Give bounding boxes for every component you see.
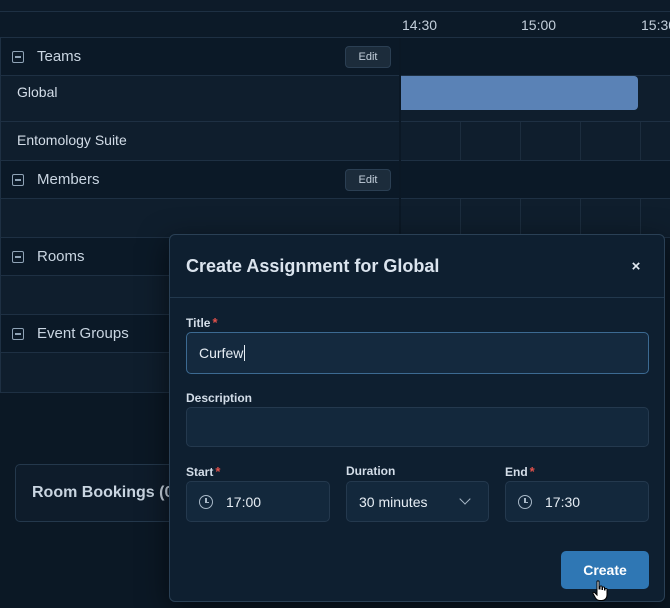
grid-line — [580, 199, 581, 237]
time-label: 14:30 — [402, 17, 438, 33]
collapse-icon[interactable] — [12, 251, 24, 263]
hand-cursor-icon — [592, 580, 608, 601]
description-input[interactable] — [186, 407, 649, 447]
collapse-icon[interactable] — [12, 328, 24, 340]
teams-edit-button[interactable]: Edit — [345, 46, 391, 68]
grid-row — [401, 38, 670, 76]
duration-value: 30 minutes — [359, 494, 428, 510]
title-label: Title * — [186, 315, 218, 330]
section-members: Members Edit — [1, 161, 399, 199]
duration-label: Duration — [346, 464, 395, 478]
list-item[interactable]: Global — [1, 76, 399, 122]
create-assignment-modal: Create Assignment for Global × Title * Cu… — [169, 234, 665, 602]
start-label: Start * — [186, 464, 220, 479]
chevron-down-icon — [459, 493, 471, 505]
clock-icon — [199, 495, 213, 509]
team-name: Entomology Suite — [17, 132, 127, 148]
grid-line — [580, 122, 581, 160]
title-input[interactable]: Curfew — [186, 332, 649, 374]
start-time-value: 17:00 — [226, 494, 262, 510]
close-button[interactable]: × — [626, 257, 646, 277]
list-item[interactable]: Entomology Suite — [1, 122, 399, 161]
required-mark: * — [529, 464, 535, 479]
end-time-value: 17:30 — [545, 494, 581, 510]
end-time-input[interactable]: 17:30 — [505, 481, 649, 522]
grid-line — [460, 122, 461, 160]
section-teams: Teams Edit — [1, 38, 399, 76]
duration-label-text: Duration — [346, 464, 396, 478]
start-time-input[interactable]: 17:00 — [186, 481, 330, 522]
description-label: Description — [186, 391, 252, 405]
clock-icon — [518, 495, 532, 509]
start-label-text: Start — [186, 465, 214, 479]
grid-line — [520, 199, 521, 237]
title-input-value: Curfew — [199, 345, 246, 361]
end-label: End * — [505, 464, 535, 479]
grid-line — [520, 122, 521, 160]
grid-line — [640, 122, 641, 160]
collapse-icon[interactable] — [12, 174, 24, 186]
time-label: 15:00 — [521, 17, 557, 33]
required-mark: * — [215, 464, 221, 479]
top-strip — [0, 0, 670, 12]
time-label: 15:30 — [641, 17, 670, 33]
duration-select[interactable]: 30 minutes — [346, 481, 489, 522]
timeline-header: 14:30 15:00 15:30 — [0, 12, 670, 38]
title-label-text: Title — [186, 316, 211, 330]
text-caret — [244, 345, 246, 361]
section-title: Teams — [37, 48, 82, 65]
required-mark: * — [212, 315, 218, 330]
grid-row — [401, 161, 670, 199]
grid-line — [460, 199, 461, 237]
assignment-event-bar[interactable] — [401, 76, 638, 110]
room-bookings-title: Room Bookings (0 — [32, 484, 174, 501]
collapse-icon[interactable] — [12, 51, 24, 63]
section-title: Event Groups — [37, 325, 129, 342]
grid-line — [640, 199, 641, 237]
modal-title: Create Assignment for Global — [186, 256, 440, 276]
grid-row — [401, 122, 670, 161]
end-label-text: End — [505, 465, 528, 479]
modal-header: Create Assignment for Global × — [170, 235, 664, 298]
title-value-text: Curfew — [199, 345, 244, 361]
grid-row — [401, 199, 670, 238]
section-title: Rooms — [37, 248, 85, 265]
section-title: Members — [37, 171, 100, 188]
team-name: Global — [17, 84, 58, 100]
members-edit-button[interactable]: Edit — [345, 169, 391, 191]
list-item — [1, 199, 399, 238]
description-label-text: Description — [186, 391, 253, 405]
